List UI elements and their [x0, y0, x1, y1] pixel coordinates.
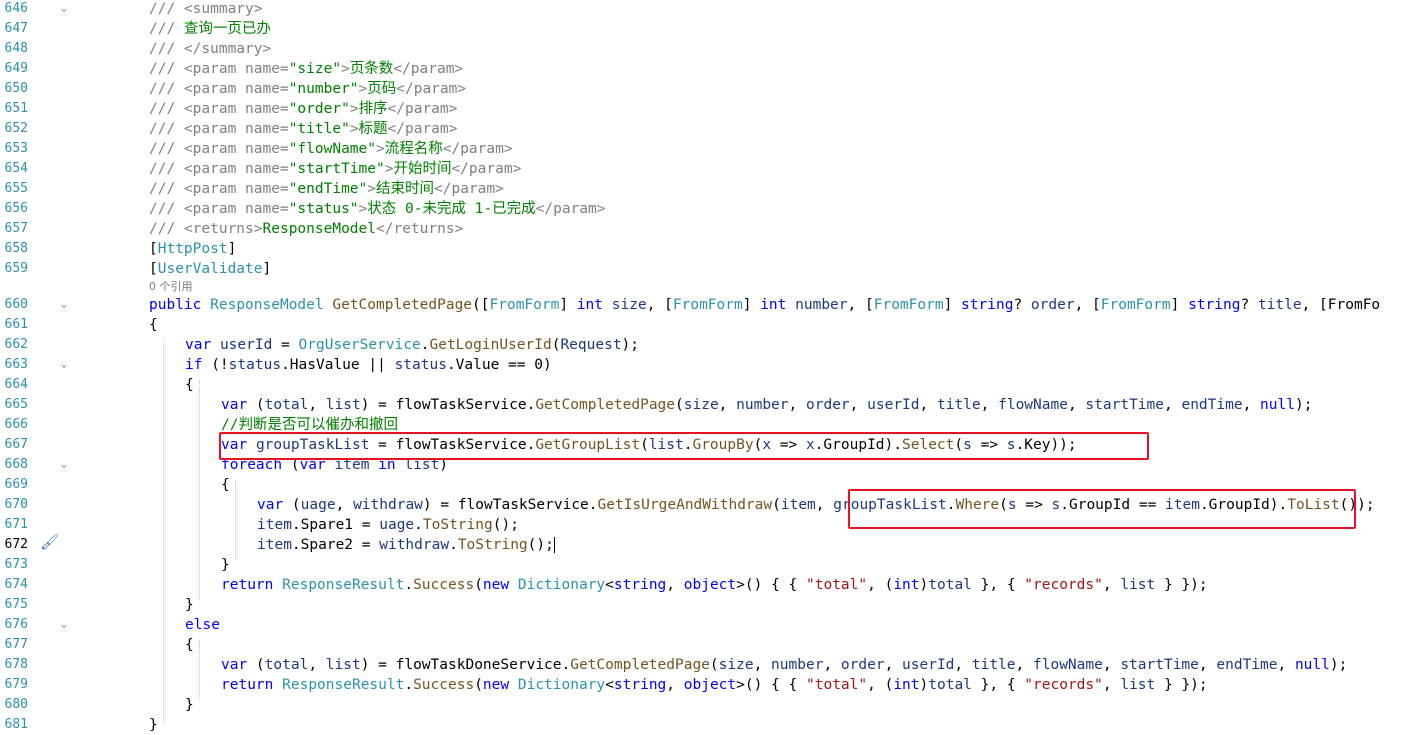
- line-number: 663: [4, 357, 28, 372]
- line-number: 668: [4, 457, 28, 472]
- line-number: 658: [4, 241, 28, 256]
- code-line[interactable]: if (!status.HasValue || status.Value == …: [185, 355, 552, 375]
- code-line[interactable]: /// 查询一页已办: [149, 19, 271, 39]
- line-number: 669: [4, 477, 28, 492]
- code-line[interactable]: }: [185, 595, 194, 615]
- code-line[interactable]: /// <summary>: [149, 0, 263, 19]
- indent-guide: [235, 480, 236, 560]
- line-number: 664: [4, 377, 28, 392]
- code-line[interactable]: item.Spare2 = withdraw.ToString();: [257, 535, 555, 555]
- code-line[interactable]: /// <param name="flowName">流程名称</param>: [149, 139, 513, 159]
- highlight-box-where-tolist: [848, 489, 1356, 529]
- indent-guide: [199, 380, 200, 600]
- code-line[interactable]: item.Spare1 = uage.ToString();: [257, 515, 519, 535]
- code-line[interactable]: }: [185, 695, 194, 715]
- code-line[interactable]: /// <returns>ResponseModel</returns>: [149, 219, 463, 239]
- line-number: 650: [4, 81, 28, 96]
- code-line[interactable]: {: [185, 635, 194, 655]
- highlight-box-group-task-list: [219, 432, 1149, 460]
- text-caret: [553, 537, 555, 553]
- line-number: 657: [4, 221, 28, 236]
- line-number: 647: [4, 21, 28, 36]
- code-line[interactable]: {: [185, 375, 194, 395]
- line-number: 673: [4, 557, 28, 572]
- line-number: 646: [4, 1, 28, 16]
- code-line[interactable]: /// <param name="endTime">结束时间</param>: [149, 179, 504, 199]
- references-codelens[interactable]: 0 个引用: [149, 280, 193, 294]
- line-number: 672: [4, 537, 28, 552]
- code-line[interactable]: var (total, list) = flowTaskDoneService.…: [221, 655, 1347, 675]
- line-number: 681: [4, 717, 28, 732]
- line-number: 648: [4, 41, 28, 56]
- line-number: 659: [4, 261, 28, 276]
- code-line[interactable]: /// <param name="size">页条数</param>: [149, 59, 463, 79]
- code-line[interactable]: /// <param name="title">标题</param>: [149, 119, 457, 139]
- code-line[interactable]: [HttpPost]: [149, 239, 236, 259]
- collapse-chevron-icon[interactable]: ⌄: [58, 3, 70, 15]
- line-number: 656: [4, 201, 28, 216]
- code-line[interactable]: public ResponseModel GetCompletedPage([F…: [149, 295, 1380, 315]
- collapse-chevron-icon[interactable]: ⌄: [58, 619, 70, 631]
- line-number: 662: [4, 337, 28, 352]
- line-number: 667: [4, 437, 28, 452]
- code-line[interactable]: }: [149, 715, 158, 735]
- line-number: 675: [4, 597, 28, 612]
- line-number: 654: [4, 161, 28, 176]
- code-line[interactable]: /// <param name="startTime">开始时间</param>: [149, 159, 521, 179]
- code-line[interactable]: else: [185, 615, 220, 635]
- line-number: 678: [4, 657, 28, 672]
- line-number: 652: [4, 121, 28, 136]
- line-number: 677: [4, 637, 28, 652]
- line-number: 671: [4, 517, 28, 532]
- code-line[interactable]: {: [149, 315, 158, 335]
- line-number: 649: [4, 61, 28, 76]
- collapse-chevron-icon[interactable]: ⌄: [58, 459, 70, 471]
- indent-guide: [163, 340, 164, 723]
- collapse-chevron-icon[interactable]: ⌄: [58, 359, 70, 371]
- quick-action-brush-icon[interactable]: 🖌: [40, 533, 59, 551]
- line-number: 665: [4, 397, 28, 412]
- line-number: 676: [4, 617, 28, 632]
- line-number: 653: [4, 141, 28, 156]
- code-line[interactable]: {: [221, 475, 230, 495]
- indent-guide: [199, 640, 200, 700]
- code-line[interactable]: /// </summary>: [149, 39, 271, 59]
- line-number: 651: [4, 101, 28, 116]
- code-line[interactable]: [UserValidate]: [149, 259, 271, 279]
- code-line[interactable]: /// <param name="order">排序</param>: [149, 99, 457, 119]
- line-number: 655: [4, 181, 28, 196]
- code-line[interactable]: /// <param name="status">状态 0-未完成 1-已完成<…: [149, 199, 606, 219]
- line-number: 666: [4, 417, 28, 432]
- code-line[interactable]: return ResponseResult.Success(new Dictio…: [221, 675, 1208, 695]
- line-number: 674: [4, 577, 28, 592]
- line-number: 660: [4, 297, 28, 312]
- line-number: 670: [4, 497, 28, 512]
- code-line[interactable]: var (total, list) = flowTaskService.GetC…: [221, 395, 1312, 415]
- code-line[interactable]: }: [221, 555, 230, 575]
- collapse-chevron-icon[interactable]: ⌄: [58, 299, 70, 311]
- line-number: 680: [4, 697, 28, 712]
- line-number: 661: [4, 317, 28, 332]
- code-line[interactable]: var userId = OrgUserService.GetLoginUser…: [185, 335, 639, 355]
- line-number: 679: [4, 677, 28, 692]
- code-line[interactable]: /// <param name="number">页码</param>: [149, 79, 466, 99]
- code-line[interactable]: return ResponseResult.Success(new Dictio…: [221, 575, 1208, 595]
